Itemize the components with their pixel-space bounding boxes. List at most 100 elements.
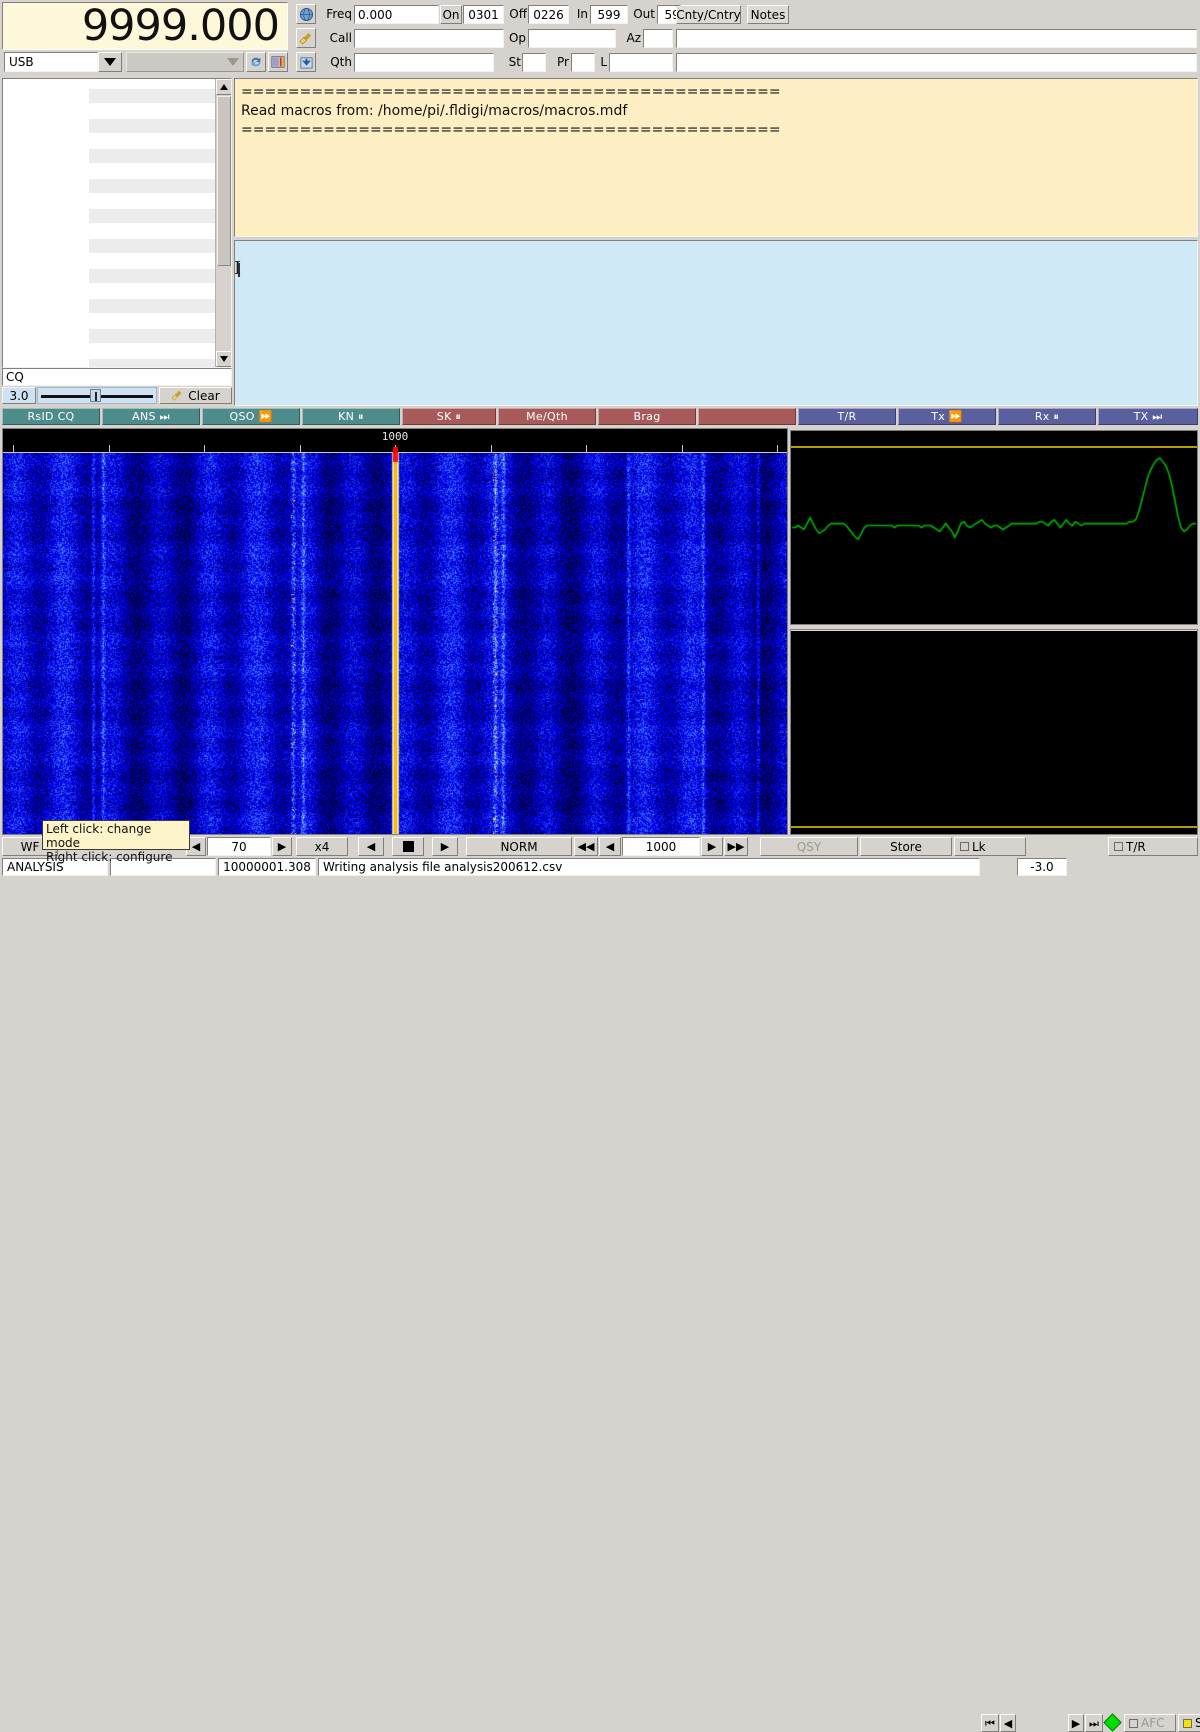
macro-button-10[interactable]: Rx ⏸ (998, 408, 1096, 425)
qsy-button[interactable]: QSY (760, 837, 858, 856)
waterfall-cursor-marker[interactable] (393, 447, 398, 453)
pan-right-button[interactable]: ▶ (432, 837, 458, 856)
band-select[interactable] (126, 52, 244, 72)
receive-text-area[interactable]: ========================================… (234, 78, 1198, 237)
macro-button-6[interactable]: Brag (598, 408, 696, 425)
rx-level-slider[interactable] (37, 387, 157, 404)
log-row[interactable] (89, 299, 215, 313)
squelch-min-button[interactable]: ⏮ (981, 1714, 999, 1732)
freq-fast-decrement-button[interactable]: ◀◀ (574, 837, 598, 856)
save-qso-button[interactable] (296, 52, 316, 72)
macro-button-label: Rx ⏸ (1035, 410, 1059, 424)
log-row[interactable] (89, 239, 215, 253)
rx-line-1: ========================================… (241, 83, 1191, 102)
province-input[interactable] (571, 53, 595, 72)
sql-checkbox[interactable]: SQL (1178, 1714, 1200, 1732)
macro-button-11[interactable]: TX ⏭ (1098, 408, 1198, 425)
call-input[interactable] (354, 29, 504, 48)
clear-button[interactable]: Clear (159, 387, 232, 404)
locator-input[interactable] (609, 53, 673, 72)
macro-button-label: Me/Qth (526, 410, 568, 423)
log-row[interactable] (89, 119, 215, 133)
freq-fast-increment-button[interactable]: ▶▶ (724, 837, 748, 856)
az-input[interactable] (643, 29, 673, 48)
squelch-value-input[interactable]: -3.0 (1017, 858, 1067, 876)
mode-select[interactable]: USB (4, 52, 122, 72)
center-button[interactable] (392, 837, 424, 856)
palette-button[interactable] (268, 52, 288, 72)
macro-button-5[interactable]: Me/Qth (498, 408, 596, 425)
phase-scope[interactable] (790, 629, 1198, 835)
lock-label: Lk (972, 840, 986, 854)
broom-icon (171, 389, 184, 402)
macro-button-label: ANS ⏭ (132, 410, 170, 424)
log-row[interactable] (89, 89, 215, 103)
squelch-max-button[interactable]: ⏭ (1085, 1714, 1103, 1732)
lock-checkbox[interactable]: Lk (954, 837, 1026, 856)
cq-entry-input[interactable]: CQ (2, 368, 232, 386)
macro-button-7[interactable] (698, 408, 796, 425)
afc-check-box-icon (1129, 1719, 1138, 1728)
op-input[interactable] (528, 29, 616, 48)
call-label: Call (318, 29, 352, 47)
waterfall-display[interactable]: 1000 (2, 428, 788, 835)
signal-scope[interactable] (790, 430, 1198, 625)
freq-decrement-button[interactable]: ◀ (599, 837, 621, 856)
macro-button-9[interactable]: Tx ⏩ (898, 408, 996, 425)
zoom-button[interactable]: x4 (296, 837, 348, 856)
macro-button-0[interactable]: RsID CQ (2, 408, 100, 425)
notes-input-2[interactable] (676, 53, 1197, 72)
squelch-increment-button[interactable]: ▶ (1068, 1714, 1084, 1732)
level-input[interactable]: 70 (207, 837, 271, 856)
macro-button-1[interactable]: ANS ⏭ (102, 408, 200, 425)
scroll-thumb[interactable] (217, 96, 231, 266)
off-time-input[interactable]: 0226 (528, 5, 569, 24)
macro-button-3[interactable]: KN ⏸ (302, 408, 400, 425)
log-row[interactable] (89, 269, 215, 283)
store-button[interactable]: Store (860, 837, 952, 856)
globe-button[interactable] (296, 4, 316, 24)
log-row[interactable] (89, 359, 215, 368)
log-row[interactable] (89, 179, 215, 193)
pan-left-button[interactable]: ◀ (358, 837, 384, 856)
tab-country[interactable]: Cnty/Cntry (676, 5, 741, 24)
tr-check-box-icon (1114, 842, 1123, 851)
refresh-button[interactable] (246, 52, 266, 72)
rx-line-3: ========================================… (241, 121, 1191, 140)
status-message[interactable]: Writing analysis file analysis200612.csv (318, 858, 980, 876)
log-row[interactable] (89, 329, 215, 343)
scroll-up-button[interactable] (216, 79, 232, 95)
state-input[interactable] (522, 53, 546, 72)
notes-input-1[interactable] (676, 29, 1197, 48)
rst-in-input[interactable]: 599 (590, 5, 628, 24)
norm-button[interactable]: NORM (466, 837, 572, 856)
macro-button-4[interactable]: SK ⏸ (402, 408, 496, 425)
mode-select-arrow[interactable] (98, 52, 122, 72)
on-time-button[interactable]: On (440, 5, 462, 24)
macro-button-8[interactable]: T/R (798, 408, 896, 425)
log-row[interactable] (89, 209, 215, 223)
frequency-display[interactable]: 9999.000 (2, 2, 288, 50)
on-time-input[interactable]: 0301 (463, 5, 504, 24)
tab-notes[interactable]: Notes (747, 5, 789, 24)
waterfall-canvas[interactable] (3, 453, 787, 834)
st-label: St (497, 53, 521, 71)
tr-checkbox[interactable]: T/R (1108, 837, 1198, 856)
afc-checkbox[interactable]: AFC (1124, 1714, 1176, 1732)
squelch-decrement-button[interactable]: ◀ (1000, 1714, 1016, 1732)
status-frequency[interactable]: 10000001.308 (218, 858, 316, 876)
qth-input[interactable] (354, 53, 494, 72)
level-increment-button[interactable]: ▶ (272, 837, 292, 856)
clear-qso-button[interactable] (296, 28, 316, 48)
slider-thumb[interactable] (90, 389, 101, 402)
transmit-text-area[interactable] (234, 240, 1198, 406)
macro-button-2[interactable]: QSO ⏩ (202, 408, 300, 425)
freq-input[interactable]: 0.000 (354, 5, 439, 24)
log-row[interactable] (89, 149, 215, 163)
audio-frequency-input[interactable]: 1000 (622, 837, 700, 856)
freq-increment-button[interactable]: ▶ (701, 837, 723, 856)
qso-log-panel[interactable] (2, 78, 232, 368)
log-scrollbar[interactable] (215, 79, 231, 367)
scroll-down-button[interactable] (216, 351, 232, 367)
scale-label-1000: 1000 (382, 430, 409, 443)
